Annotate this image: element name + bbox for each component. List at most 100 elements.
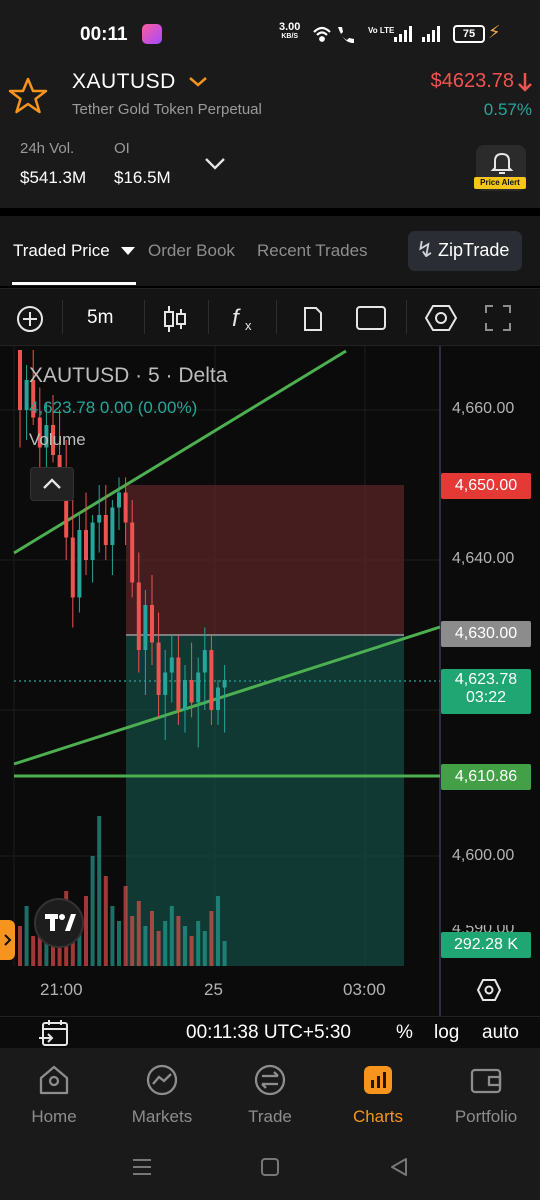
nav-markets[interactable]: Markets: [108, 1107, 216, 1127]
entry-price-label: 4,630.00: [441, 621, 531, 647]
toolbar-divider: [62, 300, 63, 334]
volume-bar: [130, 916, 135, 966]
net-speed: 3.00 KB/S: [279, 21, 301, 41]
tab-recent-trades[interactable]: Recent Trades: [257, 241, 368, 261]
candle-body: [189, 680, 194, 703]
chevron-right-icon: [4, 934, 12, 946]
recents-icon[interactable]: [130, 1156, 154, 1178]
open-interest-label: OI: [114, 140, 130, 157]
tradingview-icon: [45, 914, 76, 931]
charts-icon[interactable]: [362, 1064, 394, 1096]
chart-legend-ohlc: 4,623.78 0.00 (0.00%): [29, 398, 198, 417]
volume-bar: [103, 876, 108, 966]
chart-toolbar: [0, 288, 540, 346]
svg-text:f: f: [232, 305, 241, 332]
axis-tick: 4,660.00: [452, 400, 515, 417]
axis-tick: 4,600.00: [452, 847, 515, 864]
toolbar-divider: [406, 300, 407, 334]
candle-body: [202, 650, 207, 673]
template-icon[interactable]: [300, 305, 326, 333]
candle-body: [110, 507, 115, 545]
home-system-icon[interactable]: [259, 1156, 281, 1178]
trade-icon[interactable]: [253, 1063, 287, 1097]
expand-stats-chevron-icon[interactable]: [202, 152, 228, 176]
auto-scale-toggle[interactable]: auto: [482, 1022, 519, 1044]
line-price-label: 4,610.86: [441, 764, 531, 790]
volume-bar: [150, 911, 154, 966]
charging-icon: ⚡: [488, 22, 501, 42]
candle-body: [117, 492, 121, 508]
volume-label: 292.28 K: [441, 932, 531, 958]
nav-portfolio[interactable]: Portfolio: [432, 1107, 540, 1127]
axis-settings-icon[interactable]: [476, 977, 502, 1003]
date-range-icon[interactable]: [38, 1019, 72, 1049]
volume-24h-label: 24h Vol.: [20, 140, 75, 157]
svg-text:x: x: [245, 318, 252, 333]
candle-body: [123, 492, 128, 523]
status-time: 00:11: [80, 24, 128, 45]
toolbar-divider: [208, 300, 209, 334]
bar-countdown: 03:22: [465, 689, 507, 706]
symbol-subtitle: Tether Gold Token Perpetual: [72, 101, 262, 118]
volume-bar: [196, 921, 201, 966]
volume-bar: [90, 856, 95, 966]
time-axis-tick: 21:00: [40, 980, 83, 999]
volume-bar: [31, 936, 36, 966]
interval-selector[interactable]: 5m: [87, 307, 113, 329]
volume-bar: [84, 896, 88, 966]
volume-bar: [123, 886, 128, 966]
markets-icon[interactable]: [145, 1063, 179, 1097]
home-icon[interactable]: [37, 1063, 71, 1097]
portfolio-wallet-icon[interactable]: [469, 1063, 503, 1097]
volume-bar: [183, 926, 187, 966]
time-axis-tick: 25: [204, 980, 223, 999]
volume-bar: [222, 941, 227, 966]
volume-bar: [202, 931, 207, 966]
back-icon[interactable]: [388, 1156, 410, 1178]
symbol-title[interactable]: XAUTUSD: [72, 70, 176, 94]
candle-body: [18, 350, 22, 410]
candle-body: [156, 642, 161, 695]
change-percent: 0.57%: [483, 100, 532, 119]
percent-scale-toggle[interactable]: %: [396, 1022, 413, 1044]
volume-bar: [24, 906, 29, 966]
time-axis-tick: 03:00: [343, 980, 386, 999]
settings-hexagon-icon[interactable]: [424, 302, 458, 334]
signal-icon-1: [394, 26, 412, 42]
fullscreen-icon[interactable]: [482, 302, 514, 334]
battery-indicator: 75: [453, 25, 485, 43]
nav-charts[interactable]: Charts: [324, 1107, 432, 1127]
candle-body: [209, 650, 214, 710]
tab-traded-price[interactable]: Traded Price: [13, 241, 110, 261]
chart-clock: 00:11:38 UTC+5:30: [186, 1022, 351, 1043]
candle-body: [84, 530, 88, 560]
chevron-up-icon: [43, 478, 61, 489]
toolbar-divider: [276, 300, 277, 334]
candlestick-icon[interactable]: [160, 303, 190, 335]
volume-bar: [209, 911, 214, 966]
candle-body: [176, 657, 181, 710]
ziptrade-label: ZipTrade: [438, 240, 510, 260]
candle-body: [97, 515, 102, 523]
nav-home[interactable]: Home: [0, 1107, 108, 1127]
tab-dropdown-caret-icon[interactable]: [121, 247, 135, 255]
price-down-arrow-icon: [518, 73, 532, 92]
volume-bar: [18, 926, 22, 966]
symbol-dropdown-chevron-icon[interactable]: [186, 70, 210, 94]
candle-body: [169, 657, 174, 673]
log-scale-toggle[interactable]: log: [434, 1022, 459, 1044]
stop-price-label: 4,650.00: [441, 473, 531, 499]
tab-order-book[interactable]: Order Book: [148, 241, 235, 261]
app-notification-icon: [142, 24, 162, 44]
fx-indicator-icon[interactable]: f x: [228, 302, 260, 336]
plus-circle-icon[interactable]: [14, 303, 46, 335]
volume-bar: [97, 816, 102, 966]
stop-loss-zone: [126, 485, 404, 635]
status-icons: Vo LTE: [313, 26, 440, 44]
lightning-icon: ↯: [416, 237, 435, 262]
nav-trade[interactable]: Trade: [216, 1107, 324, 1127]
favorite-star-icon[interactable]: [8, 76, 48, 116]
chart-legend-title: XAUTUSD · 5 · Delta: [29, 364, 228, 387]
rectangle-icon[interactable]: [354, 303, 388, 333]
candle-body: [183, 680, 187, 710]
